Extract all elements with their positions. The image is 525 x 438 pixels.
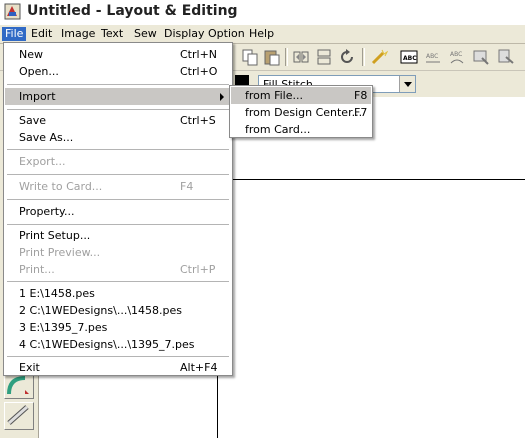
menu-item-from-card[interactable]: from Card... [231, 121, 371, 138]
svg-text:ABC: ABC [426, 53, 438, 60]
menu-image[interactable]: Image [58, 27, 98, 41]
text-abc-icon[interactable]: ABC [400, 48, 418, 66]
svg-text:ABC: ABC [403, 55, 417, 62]
text-arc-icon[interactable]: ABC [424, 48, 442, 66]
toolbar-separator [285, 48, 288, 66]
menu-help[interactable]: Help [246, 27, 277, 41]
mirror-vertical-icon[interactable] [315, 48, 333, 66]
file-menu: New Ctrl+N Open... Ctrl+O Import Save Ct… [3, 42, 233, 376]
menu-item-recent-file[interactable]: 1 E:\1458.pes [5, 285, 231, 302]
menu-separator [7, 199, 229, 200]
ruler-icon [7, 405, 29, 425]
image-edit-icon[interactable] [472, 48, 490, 66]
chevron-down-icon[interactable] [399, 76, 415, 92]
magic-wand-icon[interactable] [370, 48, 388, 66]
svg-text:ABC: ABC [450, 51, 462, 58]
menu-text[interactable]: Text [98, 27, 126, 41]
paste-icon[interactable] [263, 48, 281, 66]
menu-separator [7, 281, 229, 282]
menu-item-print: Print... Ctrl+P [19, 263, 216, 276]
menu-item-export: Export... [19, 155, 66, 168]
menu-file[interactable]: File [2, 27, 27, 41]
menu-sew[interactable]: Sew [131, 27, 160, 41]
mirror-horizontal-icon[interactable] [292, 48, 310, 66]
rotate-icon[interactable] [338, 48, 356, 66]
menu-display[interactable]: Display [161, 27, 208, 41]
chevron-right-icon [220, 93, 224, 101]
design-transfer-icon[interactable] [497, 48, 515, 66]
menu-item-open[interactable]: Open... Ctrl+O [5, 63, 231, 80]
menu-item-new[interactable]: New Ctrl+N [5, 46, 231, 63]
menu-separator [7, 109, 229, 110]
toolbar-separator [362, 48, 365, 66]
copy-icon[interactable] [241, 48, 259, 66]
menu-separator [7, 174, 229, 175]
app-icon [4, 3, 21, 20]
menu-item-write-to-card: Write to Card... F4 [19, 180, 194, 193]
menu-item-exit[interactable]: Exit Alt+F4 [5, 359, 231, 376]
menu-option[interactable]: Option [205, 27, 248, 41]
window-title: Untitled - Layout & Editing [27, 3, 238, 19]
menu-item-print-setup[interactable]: Print Setup... [5, 227, 231, 244]
menu-separator [7, 149, 229, 150]
menu-separator [7, 356, 229, 357]
import-submenu: from File... F8 from Design Center... F7… [229, 85, 373, 138]
title-bar: Untitled - Layout & Editing [0, 0, 525, 26]
menu-separator [7, 84, 229, 85]
menu-separator [7, 224, 229, 225]
design-page-edge [218, 179, 525, 180]
menu-item-property[interactable]: Property... [5, 203, 231, 220]
menu-item-recent-file[interactable]: 4 C:\1WEDesigns\...\1395_7.pes [5, 336, 231, 353]
menu-item-from-file[interactable]: from File... F8 [231, 87, 371, 104]
text-path-icon[interactable]: ABC [448, 48, 466, 66]
menu-item-print-preview: Print Preview... [19, 246, 101, 259]
menu-item-from-design-center[interactable]: from Design Center... F7 [231, 104, 371, 121]
menu-item-recent-file[interactable]: 2 C:\1WEDesigns\...\1458.pes [5, 302, 231, 319]
menu-item-recent-file[interactable]: 3 E:\1395_7.pes [5, 319, 231, 336]
menu-item-save[interactable]: Save Ctrl+S [5, 112, 231, 129]
menu-item-import[interactable]: Import [5, 88, 231, 105]
menu-item-save-as[interactable]: Save As... [5, 129, 231, 146]
measure-tool[interactable] [4, 402, 34, 430]
menu-edit[interactable]: Edit [28, 27, 55, 41]
